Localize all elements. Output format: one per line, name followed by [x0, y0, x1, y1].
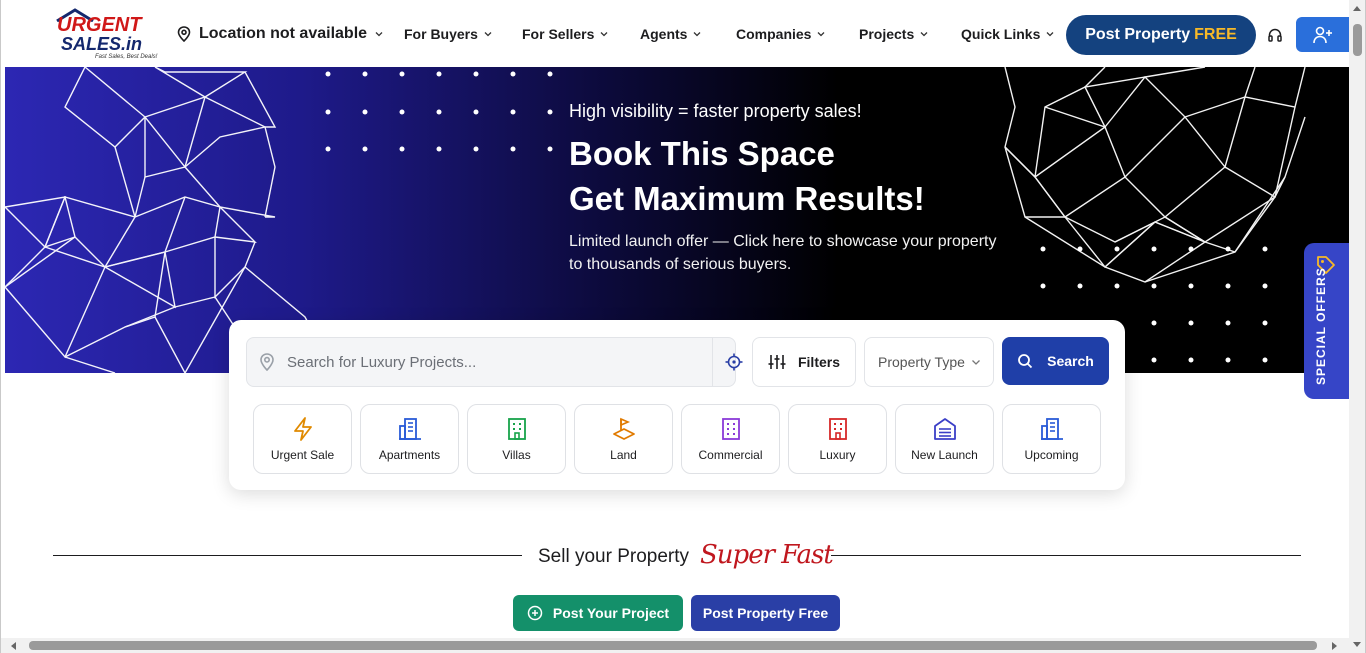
page: URGENT SALES.in Fast Sales, Best Deals! …: [0, 0, 1366, 653]
villa-icon: [507, 417, 526, 440]
category-luxury[interactable]: Luxury: [788, 404, 887, 474]
banner-description: Limited launch offer — Click here to sho…: [569, 233, 997, 273]
chevron-down-icon: [600, 32, 608, 37]
post-project-label: Post Your Project: [552, 605, 670, 621]
post-property-free-label: Post Property Free: [702, 605, 829, 621]
nav-agents[interactable]: Agents: [640, 26, 701, 42]
post-property-free-cta[interactable]: Post Property Free: [691, 595, 840, 631]
location-pin-icon: [260, 353, 274, 371]
nav-companies[interactable]: Companies: [736, 26, 825, 42]
scroll-right-arrow-icon[interactable]: [1332, 642, 1337, 650]
headset-icon[interactable]: [1267, 27, 1283, 43]
banner-title-line1: Book This Space: [569, 135, 835, 172]
scroll-left-arrow-icon[interactable]: [11, 642, 16, 650]
crosshair-icon: [725, 353, 742, 371]
banner-subtitle: High visibility = faster property sales!: [569, 101, 862, 121]
banner-title-line2: Get Maximum Results!: [569, 180, 925, 217]
search-icon: [1018, 354, 1033, 369]
search-input[interactable]: [287, 338, 687, 386]
nav-projects[interactable]: Projects: [859, 26, 928, 42]
category-apartments[interactable]: Apartments: [360, 404, 459, 474]
category-urgent-sale[interactable]: Urgent Sale: [253, 404, 352, 474]
sliders-icon: [768, 355, 786, 369]
post-label: Post Property: [1085, 26, 1191, 43]
search-label: Search: [1047, 353, 1094, 369]
nav-label: For Sellers: [522, 26, 595, 42]
category-upcoming[interactable]: Upcoming: [1002, 404, 1101, 474]
chevron-down-icon: [693, 32, 701, 37]
category-land[interactable]: Land: [574, 404, 673, 474]
property-type-label: Property Type: [878, 354, 965, 370]
special-offers-tab[interactable]: SPECIAL OFFERS: [1304, 243, 1349, 399]
chevron-down-icon: [484, 32, 492, 37]
horizontal-scrollbar[interactable]: [1, 638, 1349, 653]
nav-quick-links[interactable]: Quick Links: [961, 26, 1054, 42]
user-plus-icon: [1312, 26, 1332, 43]
category-label: Land: [610, 447, 637, 462]
property-type-select[interactable]: Property Type: [864, 337, 994, 387]
category-label: Luxury: [819, 447, 856, 462]
search-card: Filters Property Type Search Urgent Sale: [229, 320, 1125, 490]
nav-label: Agents: [640, 26, 688, 42]
lightning-icon: [293, 416, 312, 441]
post-property-free-button[interactable]: Post Property FREE: [1066, 15, 1256, 55]
chevron-down-icon: [920, 32, 928, 37]
category-label: Apartments: [378, 447, 441, 462]
scroll-up-arrow-icon[interactable]: [1353, 6, 1361, 11]
category-commercial[interactable]: Commercial: [681, 404, 780, 474]
nav-label: For Buyers: [404, 26, 478, 42]
location-label: Location not available: [199, 25, 368, 42]
divider-left: [53, 555, 522, 556]
category-label: Commercial: [698, 447, 763, 462]
nav-label: Companies: [736, 26, 812, 42]
search-button[interactable]: Search: [1002, 337, 1109, 385]
scroll-thumb[interactable]: [1353, 24, 1362, 56]
filters-label: Filters: [797, 354, 840, 370]
logo-line2: SALES.in: [61, 34, 143, 54]
upcoming-icon: [1040, 417, 1063, 440]
nav-for-sellers[interactable]: For Sellers: [522, 26, 608, 42]
new-launch-icon: [933, 417, 956, 440]
add-user-button[interactable]: [1296, 17, 1349, 52]
category-new-launch[interactable]: New Launch: [895, 404, 994, 474]
luxury-icon: [828, 417, 847, 440]
location-pin-icon: [177, 26, 191, 42]
divider-right: [831, 555, 1301, 556]
logo-tagline: Fast Sales, Best Deals!: [95, 54, 158, 60]
special-offers-label: SPECIAL OFFERS: [1314, 267, 1328, 385]
category-label: Urgent Sale: [270, 447, 335, 462]
post-your-project-button[interactable]: Post Your Project: [513, 595, 683, 631]
category-label: Upcoming: [1024, 447, 1079, 462]
chevron-down-icon: [375, 32, 383, 37]
location-selector[interactable]: Location not available: [177, 25, 383, 43]
sell-heading: Sell your Property: [538, 546, 690, 567]
chevron-down-icon: [971, 360, 980, 365]
chevron-down-icon: [818, 32, 825, 37]
search-box: [246, 337, 742, 387]
filters-button[interactable]: Filters: [752, 337, 856, 387]
chevron-down-icon: [1046, 32, 1054, 37]
plus-circle-icon: [527, 605, 543, 621]
apartment-icon: [398, 417, 421, 440]
sell-heading-highlight: Super Fast: [700, 540, 834, 570]
scroll-thumb[interactable]: [29, 641, 1317, 650]
post-free-label: FREE: [1194, 26, 1237, 43]
vertical-scrollbar[interactable]: [1349, 0, 1365, 653]
nav-label: Quick Links: [961, 26, 1041, 42]
category-label: Villas: [502, 447, 531, 462]
category-label: New Launch: [911, 447, 978, 462]
site-header: URGENT SALES.in Fast Sales, Best Deals! …: [1, 0, 1349, 67]
nav-for-buyers[interactable]: For Buyers: [404, 26, 492, 42]
nav-label: Projects: [859, 26, 915, 42]
site-logo[interactable]: URGENT SALES.in Fast Sales, Best Deals!: [55, 8, 158, 60]
locate-me-button[interactable]: [712, 338, 754, 386]
scroll-down-arrow-icon[interactable]: [1353, 642, 1361, 647]
commercial-icon: [721, 417, 740, 440]
category-villas[interactable]: Villas: [467, 404, 566, 474]
land-icon: [612, 417, 635, 440]
